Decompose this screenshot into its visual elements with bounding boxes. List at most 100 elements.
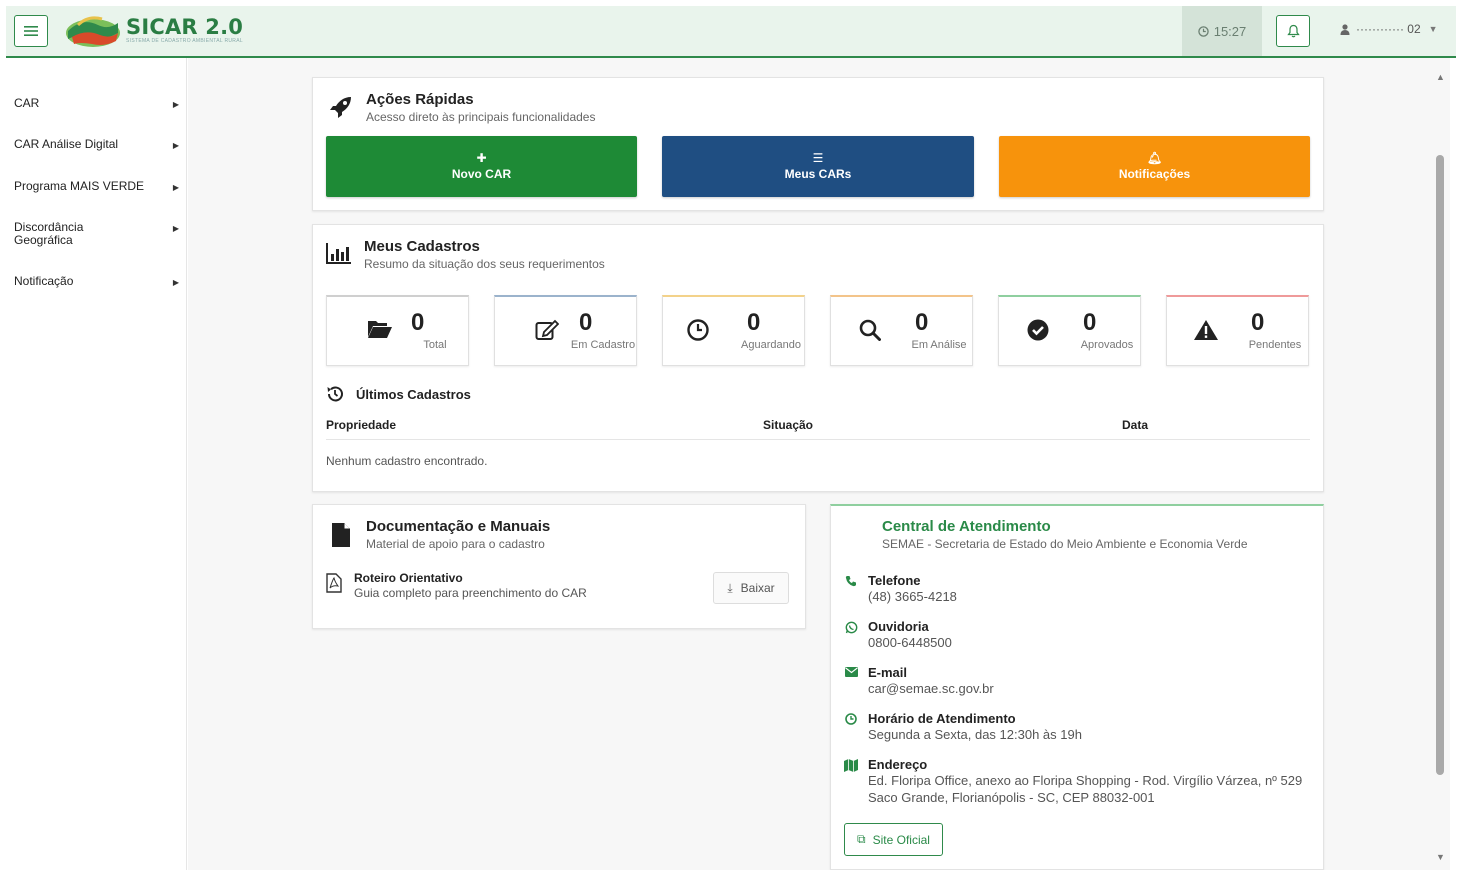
- sidebar-item-programa-mais-verde[interactable]: Programa MAIS VERDE ▶: [14, 180, 179, 194]
- hamburger-icon: [24, 26, 38, 36]
- main-content: Ações Rápidas Acesso direto às principai…: [188, 58, 1434, 870]
- address-line-1: Ed. Floripa Office, anexo ao Floripa Sho…: [868, 773, 1303, 788]
- sidebar-item-label: CAR: [14, 96, 40, 110]
- sidebar-item-label: CAR Análise Digital: [14, 137, 119, 151]
- stat-value: 0: [915, 309, 929, 336]
- app-subtitle: SISTEMA DE CADASTRO AMBIENTAL RURAL: [126, 37, 243, 44]
- top-navbar: SICAR 2.0 SISTEMA DE CADASTRO AMBIENTAL …: [6, 6, 1456, 58]
- stat-label: Aprovados: [1080, 339, 1134, 351]
- support-center-title: Central de Atendimento: [882, 518, 1051, 535]
- phone-icon: [845, 576, 856, 587]
- user-icon: [1340, 23, 1350, 35]
- column-header-data: Data: [1122, 418, 1149, 432]
- ombudsman-label: Ouvidoria: [868, 619, 929, 634]
- column-header-propriedade: Propriedade: [326, 418, 397, 432]
- documents-subtitle: Material de apoio para o cadastro: [366, 537, 545, 551]
- scrollbar-thumb[interactable]: [1436, 155, 1444, 775]
- support-center-subtitle: SEMAE - Secretaria de Estado do Meio Amb…: [882, 537, 1248, 551]
- pdf-file-icon: [326, 573, 342, 593]
- scroll-down-arrow-icon[interactable]: ▼: [1436, 852, 1445, 862]
- notifications-action-button[interactable]: 🔔︎ Notificações: [999, 136, 1310, 197]
- column-header-situacao: Situação: [763, 418, 814, 432]
- official-site-button[interactable]: ⧉ Site Oficial: [844, 823, 943, 856]
- bell-icon: [1286, 24, 1300, 38]
- sidebar: CAR ▶ CAR Análise Digital ▶ Programa MAI…: [6, 58, 187, 870]
- email-value: car@semae.sc.gov.br: [868, 681, 994, 696]
- clock-time: 15:27: [1213, 23, 1247, 39]
- document-subtitle: Guia completo para preenchimento do CAR: [354, 586, 587, 600]
- chevron-down-icon: ▼: [1428, 24, 1438, 34]
- stat-aprovados[interactable]: 0 Aprovados: [998, 295, 1141, 366]
- quick-actions-card: Ações Rápidas Acesso direto às principai…: [312, 77, 1324, 211]
- stat-aguardando[interactable]: 0 Aguardando: [662, 295, 805, 366]
- contact-hours: Horário de Atendimento Segunda a Sexta, d…: [844, 711, 1082, 743]
- stat-total[interactable]: 0 Total: [326, 295, 469, 366]
- map-icon: [844, 759, 858, 772]
- stat-em-cadastro[interactable]: 0 Em Cadastro: [494, 295, 637, 366]
- menu-toggle-button[interactable]: [14, 15, 48, 47]
- new-car-button[interactable]: ✚ Novo CAR: [326, 136, 637, 197]
- stat-value: 0: [579, 309, 593, 336]
- table-divider: [326, 439, 1310, 440]
- registrations-subtitle: Resumo da situação dos seus requerimento…: [364, 257, 605, 271]
- document-title: Roteiro Orientativo: [354, 571, 463, 585]
- stat-label: Em Cadastro: [570, 339, 636, 351]
- chevron-right-icon: ▶: [172, 278, 179, 287]
- my-cars-button[interactable]: ☰ Meus CARs: [662, 136, 974, 197]
- stat-value: 0: [411, 309, 425, 336]
- sidebar-item-label: Notificação: [14, 274, 74, 288]
- sidebar-item-label: Programa MAIS VERDE: [14, 179, 145, 193]
- quick-actions-subtitle: Acesso direto às principais funcionalida…: [366, 110, 596, 124]
- envelope-icon: [844, 667, 858, 677]
- chevron-right-icon: ▶: [172, 224, 179, 233]
- list-icon: ☰: [812, 151, 824, 165]
- sidebar-item-notificacao[interactable]: Notificação ▶: [14, 275, 179, 289]
- phone-label: Telefone: [868, 573, 921, 588]
- latest-registrations-heading: Últimos Cadastros: [326, 385, 471, 403]
- stat-label: Aguardando: [741, 339, 801, 351]
- documents-card: Documentação e Manuais Material de apoio…: [312, 504, 806, 629]
- notifications-action-label: Notificações: [1118, 167, 1191, 181]
- plus-icon: ✚: [476, 151, 487, 165]
- scroll-up-arrow-icon[interactable]: ▲: [1436, 72, 1445, 82]
- bell-icon: 🔔︎: [1146, 151, 1163, 165]
- download-button[interactable]: ⤓ Baixar: [713, 572, 789, 604]
- phone-value: (48) 3665-4218: [868, 589, 957, 604]
- stat-value: 0: [1251, 309, 1265, 336]
- clock-icon: [1197, 25, 1209, 37]
- stat-value: 0: [747, 309, 761, 336]
- stat-em-analise[interactable]: 0 Em Análise: [830, 295, 973, 366]
- contact-ombudsman: Ouvidoria 0800-6448500: [844, 619, 952, 651]
- search-icon: [859, 319, 881, 341]
- sidebar-item-discordancia-geografica[interactable]: Discordância Geográfica ▶: [14, 221, 179, 247]
- sidebar-item-car[interactable]: CAR ▶: [14, 97, 179, 111]
- folder-open-icon: [368, 321, 392, 338]
- notifications-button[interactable]: [1276, 15, 1310, 47]
- whatsapp-icon: [845, 621, 857, 634]
- stat-pendentes[interactable]: 0 Pendentes: [1166, 295, 1309, 366]
- edit-icon: [535, 319, 559, 340]
- email-label: E-mail: [868, 665, 908, 680]
- chevron-right-icon: ▶: [172, 141, 179, 150]
- app-title: SICAR 2.0: [126, 14, 244, 39]
- my-registrations-card: Meus Cadastros Resumo da situação dos se…: [312, 224, 1324, 492]
- user-name: ············ 02: [1356, 22, 1421, 36]
- rocket-icon: [330, 97, 351, 118]
- contact-email: E-mail car@semae.sc.gov.br: [844, 665, 994, 697]
- app-logo[interactable]: SICAR 2.0 SISTEMA DE CADASTRO AMBIENTAL …: [64, 11, 243, 49]
- clock-display: 15:27: [1182, 6, 1262, 56]
- quick-actions-title: Ações Rápidas: [366, 91, 474, 108]
- support-center-card: Central de Atendimento SEMAE - Secretari…: [830, 504, 1324, 870]
- official-site-label: Site Oficial: [872, 832, 930, 847]
- sidebar-item-car-analise-digital[interactable]: CAR Análise Digital ▶: [14, 138, 179, 152]
- chevron-right-icon: ▶: [172, 183, 179, 192]
- clock-icon: [845, 713, 857, 725]
- chevron-right-icon: ▶: [172, 100, 179, 109]
- sicar-logo-icon: [66, 16, 120, 47]
- download-icon: ⤓: [727, 580, 733, 595]
- user-menu[interactable]: ············ 02 ▼: [1340, 22, 1438, 36]
- warning-icon: [1194, 320, 1218, 340]
- ombudsman-value: 0800-6448500: [868, 635, 952, 650]
- external-link-icon: ⧉: [857, 832, 866, 846]
- registrations-title: Meus Cadastros: [364, 238, 480, 255]
